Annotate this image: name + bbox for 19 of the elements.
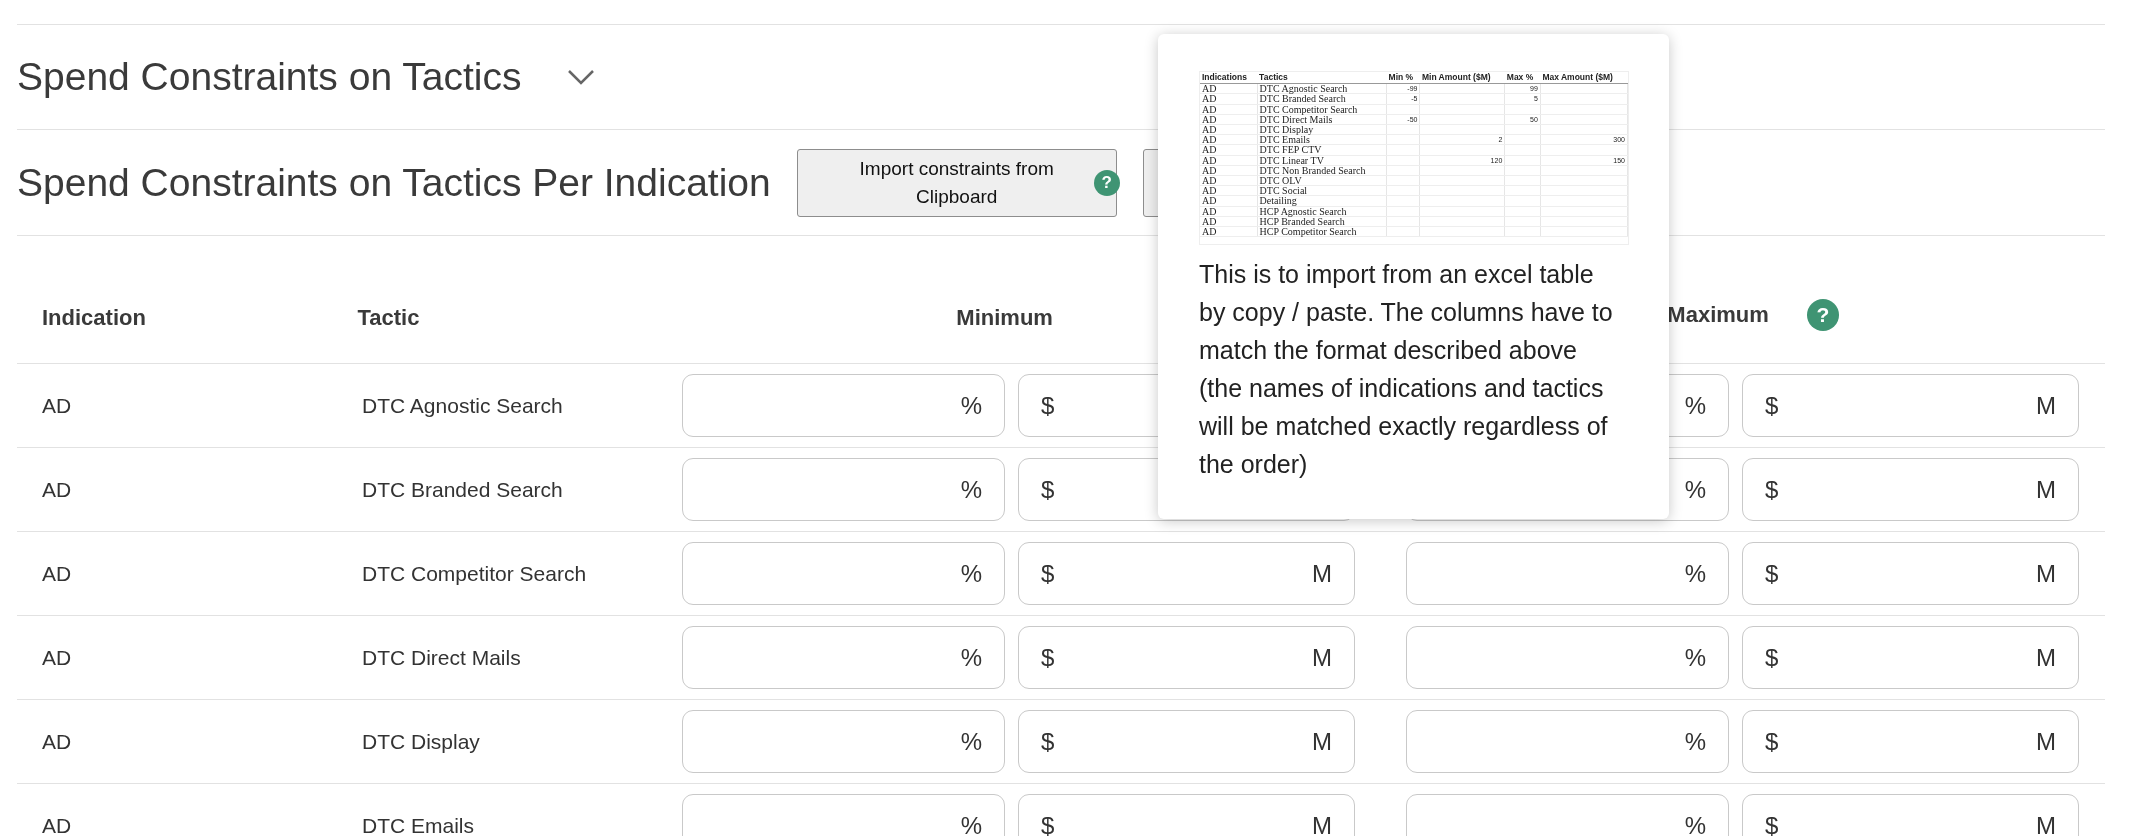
- tactic-cell-text: DTC Agnostic Search: [362, 393, 564, 418]
- tactic-cell-text: DTC Branded Search: [362, 477, 564, 502]
- column-header: Maximum: [1667, 302, 1769, 328]
- section-title: Spend Constraints on Tactics Per Indication: [17, 160, 771, 205]
- tactic-cell-text: DTC Direct Mails: [362, 645, 522, 670]
- indication-cell-text: AD: [42, 813, 73, 836]
- column-header: Tactic: [357, 305, 420, 330]
- tooltip-text: This is to import from an excel table by copy / paste. The columns have to match the format described above (the names of indications and tactics will be matched exactly regardless of the order): [1199, 259, 1614, 480]
- indication-cell-text: AD: [42, 477, 73, 502]
- column-header: Minimum: [956, 305, 1053, 331]
- tactic-cell-text: DTC Emails: [362, 813, 475, 836]
- tactic-cell-text: DTC Display: [362, 729, 481, 754]
- indication-cell-text: AD: [42, 393, 73, 418]
- section-title: Spend Constraints on Tactics: [17, 55, 522, 99]
- indication-cell-text: AD: [42, 561, 73, 586]
- tactic-cell-text: DTC Competitor Search: [362, 561, 588, 586]
- indication-cell-text: AD: [42, 645, 73, 670]
- column-header: Indication: [42, 305, 146, 330]
- indication-cell-text: AD: [42, 729, 73, 754]
